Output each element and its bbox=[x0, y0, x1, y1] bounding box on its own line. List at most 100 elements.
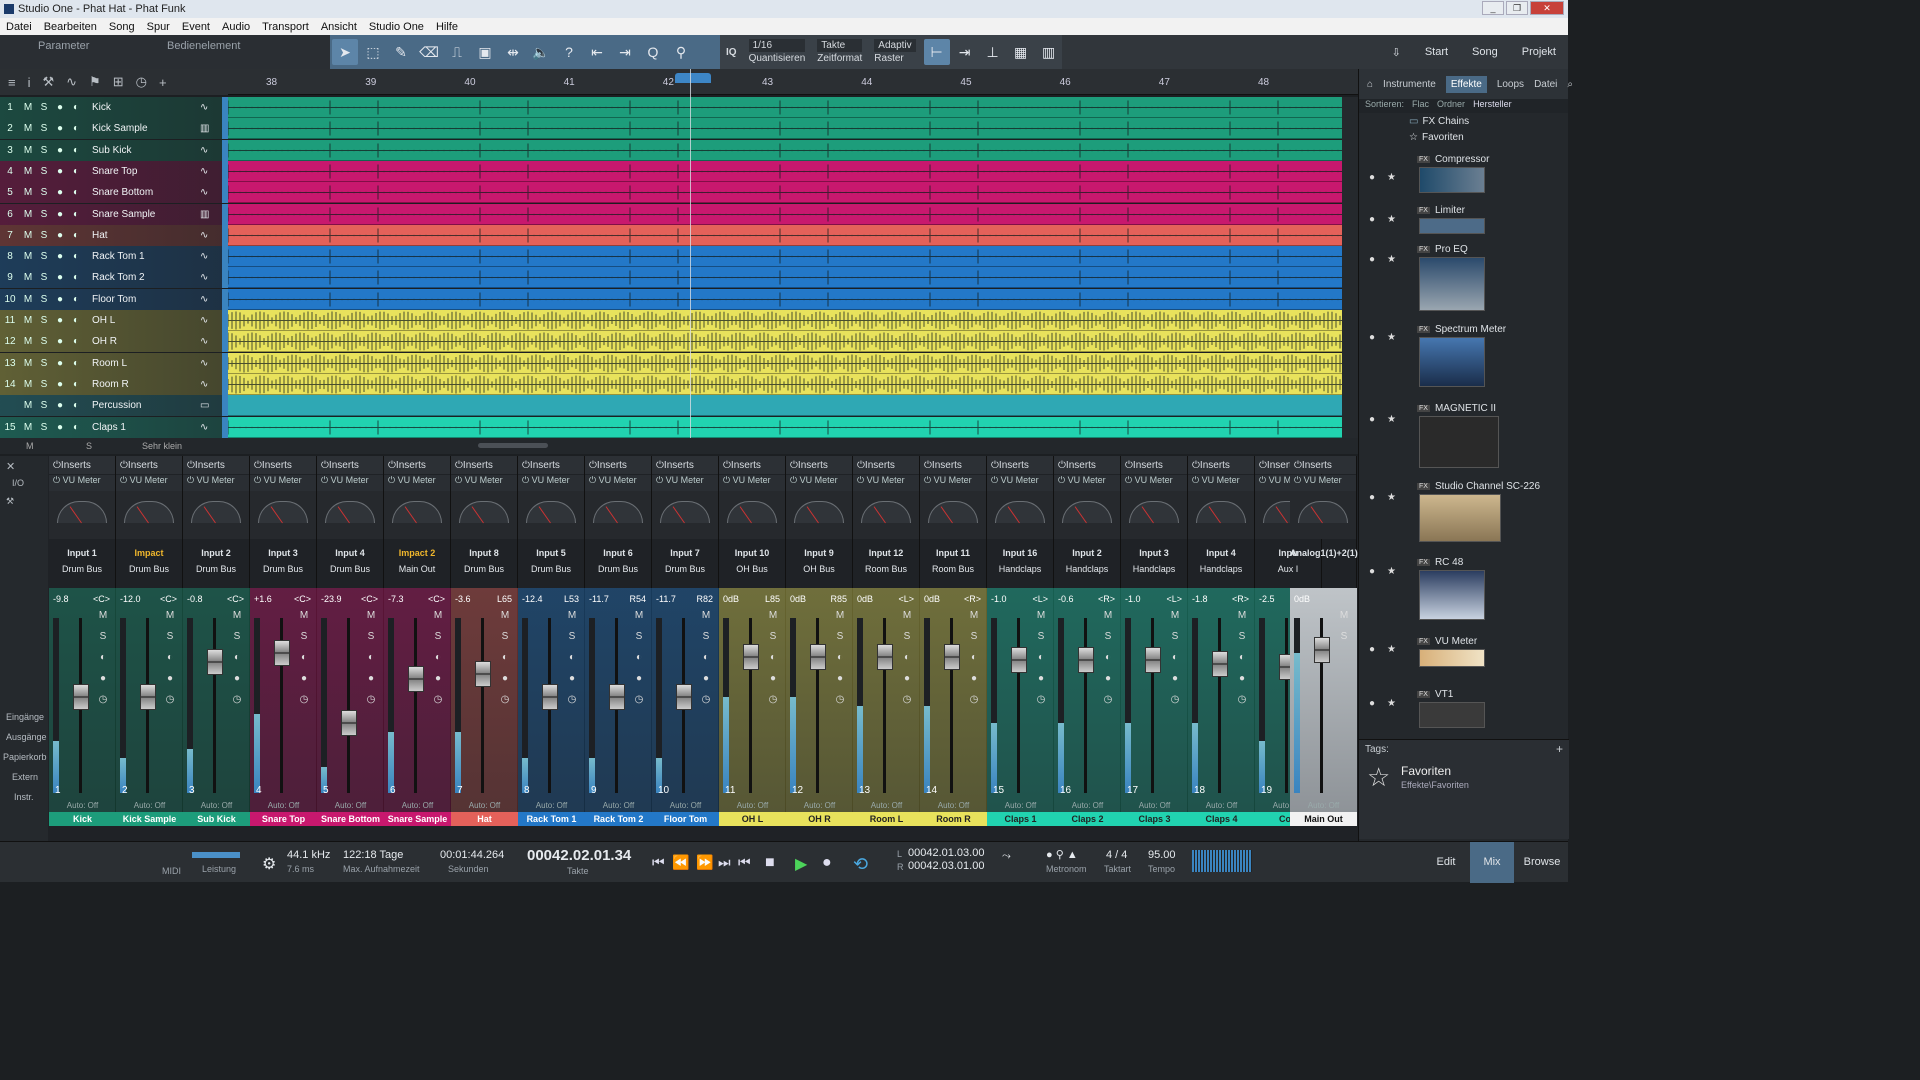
vertical-scrollbar[interactable] bbox=[1342, 97, 1358, 438]
monitor-button[interactable]: ◐ bbox=[364, 652, 378, 663]
mute-button[interactable]: M bbox=[20, 422, 36, 433]
solo-button[interactable]: S bbox=[1337, 631, 1351, 642]
volume-readout[interactable]: -1.0 bbox=[991, 594, 1007, 604]
monitor-button[interactable]: ◐ bbox=[68, 187, 84, 198]
record-arm-button[interactable]: ● bbox=[52, 358, 68, 369]
footer-s[interactable]: S bbox=[86, 441, 92, 451]
inserts-slot[interactable]: ⏻ Inserts bbox=[853, 456, 919, 474]
minimize-button[interactable]: _ bbox=[1482, 1, 1504, 15]
record-arm-button[interactable]: ● bbox=[967, 673, 981, 684]
video-icon[interactable]: ▥ bbox=[1036, 39, 1062, 65]
mute-button[interactable]: M bbox=[632, 610, 646, 621]
track-header[interactable]: 4 M S ● ◐ Snare Top ∿ bbox=[0, 160, 228, 182]
pan-readout[interactable]: <C> bbox=[294, 594, 311, 604]
record-icon[interactable]: ● bbox=[822, 854, 832, 872]
favorite-dot-icon[interactable]: ● bbox=[1369, 414, 1375, 425]
inserts-slot[interactable]: ⏻ Inserts bbox=[1054, 456, 1120, 474]
mute-button[interactable]: M bbox=[230, 610, 244, 621]
mute-button[interactable]: M bbox=[900, 610, 914, 621]
mute-button[interactable]: M bbox=[1101, 610, 1115, 621]
range-tool-icon[interactable]: ⬚ bbox=[360, 39, 386, 65]
automation-mode[interactable]: Auto: Off bbox=[183, 801, 250, 810]
inserts-slot[interactable]: ⏻ Inserts bbox=[786, 456, 852, 474]
output-select[interactable]: Drum Bus bbox=[585, 564, 651, 580]
channel-name[interactable]: Claps 2 bbox=[1054, 812, 1121, 826]
audio-event[interactable] bbox=[228, 416, 1342, 438]
solo-button[interactable]: S bbox=[36, 400, 52, 411]
pan-readout[interactable]: R54 bbox=[629, 594, 646, 604]
power-icon[interactable]: ⏻ bbox=[53, 460, 61, 471]
track-name[interactable]: Snare Top bbox=[84, 166, 200, 177]
vu-meter-insert[interactable]: ⏻ VU Meter bbox=[1121, 475, 1187, 491]
mute-button[interactable]: M bbox=[297, 610, 311, 621]
inserts-slot[interactable]: ⏻ Inserts bbox=[1188, 456, 1254, 474]
pan-readout[interactable]: L65 bbox=[497, 594, 512, 604]
eraser-tool-icon[interactable]: ⌫ bbox=[416, 39, 442, 65]
mute-button[interactable]: M bbox=[498, 610, 512, 621]
track-name[interactable]: Rack Tom 1 bbox=[84, 251, 200, 262]
track-header[interactable]: 6 M S ● ◐ Snare Sample ▥ bbox=[0, 203, 228, 225]
solo-button[interactable]: S bbox=[1235, 631, 1249, 642]
channel-name[interactable]: Snare Sample bbox=[384, 812, 451, 826]
volume-readout[interactable]: +1.6 bbox=[254, 594, 272, 604]
track-name[interactable]: OH L bbox=[84, 315, 200, 326]
volume-readout[interactable]: 0dB bbox=[723, 594, 739, 604]
time-signature[interactable]: 4 / 4 bbox=[1106, 849, 1127, 861]
favorite-star-icon[interactable]: ★ bbox=[1387, 332, 1396, 343]
record-arm-button[interactable]: ● bbox=[52, 166, 68, 177]
input-select[interactable]: Input 3 bbox=[1121, 548, 1187, 564]
plugin-item[interactable]: FX Pro EQ bbox=[1417, 244, 1468, 255]
channel-name[interactable]: Rack Tom 2 bbox=[585, 812, 652, 826]
power-icon[interactable]: ⏻ bbox=[1125, 475, 1135, 485]
iq-button[interactable]: IQ bbox=[720, 46, 743, 59]
automation-icon[interactable]: ◷ bbox=[967, 694, 981, 705]
record-arm-button[interactable]: ● bbox=[297, 673, 311, 684]
mute-button[interactable]: M bbox=[766, 610, 780, 621]
solo-button[interactable]: S bbox=[900, 631, 914, 642]
monitor-button[interactable]: ◐ bbox=[68, 379, 84, 390]
channel-name[interactable]: OH R bbox=[786, 812, 853, 826]
power-icon[interactable]: ⏻ bbox=[991, 475, 1001, 485]
channel-name[interactable]: Sub Kick bbox=[183, 812, 250, 826]
output-select[interactable]: OH Bus bbox=[719, 564, 785, 580]
vu-meter-insert[interactable]: ⏻ VU Meter bbox=[786, 475, 852, 491]
solo-button[interactable]: S bbox=[36, 123, 52, 134]
power-icon[interactable]: ⏻ bbox=[1192, 460, 1200, 471]
plugin-item[interactable]: FX Compressor bbox=[1417, 154, 1489, 165]
nav-song[interactable]: Song bbox=[1460, 46, 1510, 58]
favorite-star-icon[interactable]: ★ bbox=[1387, 644, 1396, 655]
volume-fader[interactable] bbox=[743, 643, 759, 670]
favorite-star-icon[interactable]: ★ bbox=[1387, 492, 1396, 503]
power-icon[interactable]: ⏻ bbox=[656, 475, 666, 485]
favorite-dot-icon[interactable]: ● bbox=[1369, 172, 1375, 183]
plugin-item[interactable]: FX VT1 bbox=[1417, 689, 1453, 700]
plugin-thumbnail[interactable] bbox=[1419, 702, 1485, 728]
automation-mode[interactable]: Auto: Off bbox=[317, 801, 384, 810]
audio-event[interactable] bbox=[228, 267, 1342, 289]
monitor-button[interactable]: ◐ bbox=[163, 652, 177, 663]
power-icon[interactable]: ⏻ bbox=[120, 475, 130, 485]
inserts-slot[interactable]: ⏻ Inserts bbox=[987, 456, 1053, 474]
solo-button[interactable]: S bbox=[833, 631, 847, 642]
volume-readout[interactable]: -23.9 bbox=[321, 594, 342, 604]
volume-fader[interactable] bbox=[1011, 647, 1027, 673]
audio-event[interactable] bbox=[228, 331, 1342, 353]
output-select[interactable]: Drum Bus bbox=[116, 564, 182, 580]
inserts-slot[interactable]: ⏻ Inserts bbox=[384, 456, 450, 474]
automation-icon[interactable]: ◷ bbox=[431, 694, 445, 705]
solo-button[interactable]: S bbox=[36, 251, 52, 262]
record-arm-button[interactable]: ● bbox=[364, 673, 378, 684]
snap-select[interactable]: Adaptiv bbox=[874, 39, 916, 52]
automation-mode[interactable]: Auto: Off bbox=[719, 801, 786, 810]
sort-flac[interactable]: Flac bbox=[1412, 99, 1429, 113]
monitor-button[interactable]: ◐ bbox=[565, 652, 579, 663]
mute-button[interactable]: M bbox=[20, 209, 36, 220]
power-icon[interactable]: ⏻ bbox=[522, 475, 532, 485]
close-mixer-icon[interactable]: ✕ bbox=[6, 460, 15, 473]
bend-tool-icon[interactable]: ⎍ bbox=[444, 39, 470, 65]
track-header[interactable]: 12 M S ● ◐ OH R ∿ bbox=[0, 331, 228, 353]
output-select[interactable]: Handclaps bbox=[1054, 564, 1120, 580]
vu-meter-insert[interactable]: ⏻ VU Meter bbox=[920, 475, 986, 491]
volume-fader[interactable] bbox=[1078, 647, 1094, 673]
inserts-slot[interactable]: ⏻ Inserts bbox=[518, 456, 584, 474]
